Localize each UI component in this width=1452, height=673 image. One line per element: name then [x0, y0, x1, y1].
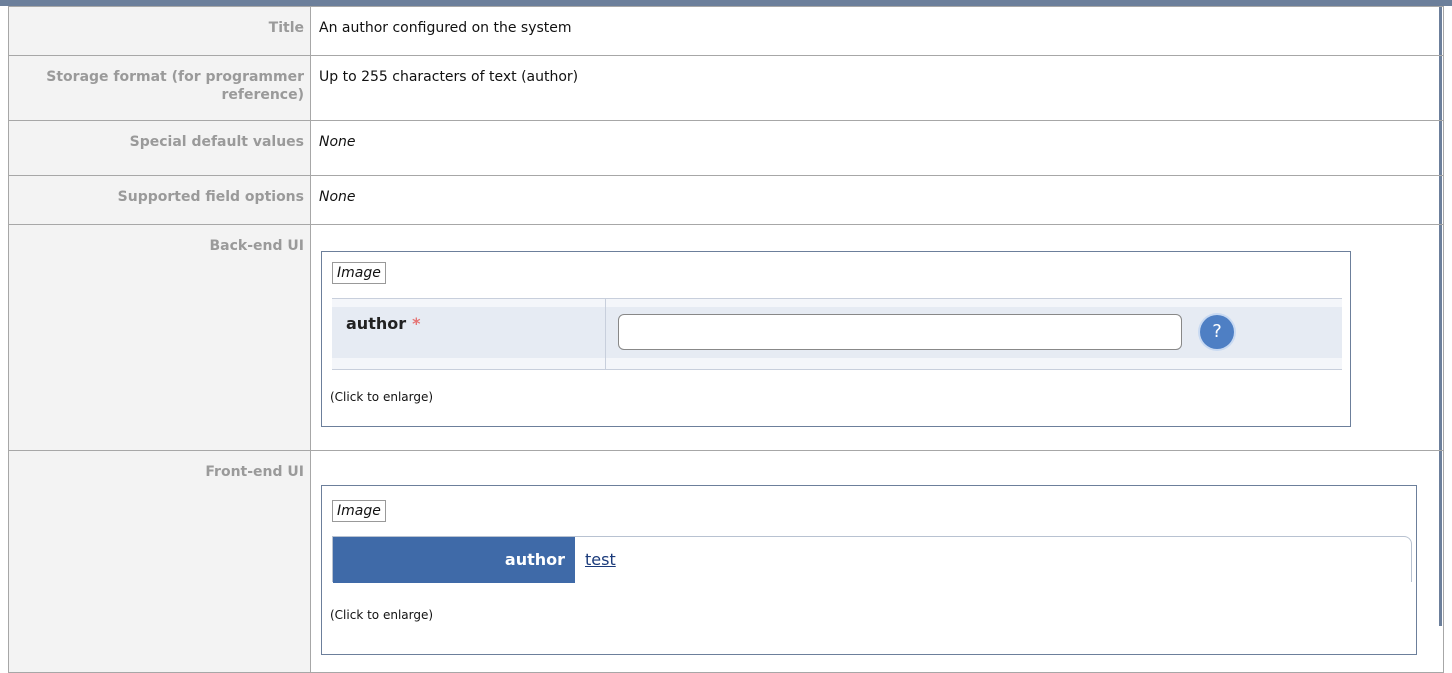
row-label-backend-ui: Back-end UI: [8, 224, 311, 451]
row-label-storage: Storage format (for programmer reference…: [8, 55, 311, 121]
frontend-field-value-link: test: [585, 550, 616, 569]
field-options-value: None: [319, 189, 356, 205]
row-value-frontend-ui: Image author test (Click to enlarge): [310, 450, 1444, 673]
row-label-title: Title: [8, 6, 311, 56]
frontend-field-preview: author test: [332, 536, 1412, 583]
backend-field-name: author: [346, 314, 407, 333]
table-row: Front-end UI Image author test (Click to…: [8, 450, 1444, 673]
row-value-storage: Up to 255 characters of text (author): [310, 55, 1444, 121]
frontend-field-label: author: [333, 537, 575, 583]
table-row: Back-end UI Image author * ? (Click to en…: [8, 224, 1444, 451]
row-value-field-options: None: [310, 175, 1444, 225]
column-divider: [605, 299, 606, 369]
row-label-frontend-ui: Front-end UI: [8, 450, 311, 673]
backend-form-preview: author * ?: [332, 298, 1342, 370]
table-row: Special default values None: [8, 120, 1444, 176]
field-spec-table: Title An author configured on the system…: [8, 6, 1444, 673]
help-icon: ?: [1200, 315, 1234, 349]
table-row: Title An author configured on the system: [8, 6, 1444, 56]
row-value-title: An author configured on the system: [310, 6, 1444, 56]
frontend-screenshot-link[interactable]: Image author test (Click to enlarge): [321, 485, 1417, 655]
row-value-special-defaults: None: [310, 120, 1444, 176]
table-row: Storage format (for programmer reference…: [8, 55, 1444, 121]
row-value-backend-ui: Image author * ? (Click to enlarge): [310, 224, 1444, 451]
author-input: [618, 314, 1182, 350]
backend-screenshot-link[interactable]: Image author * ? (Click to enlarge): [321, 251, 1351, 427]
row-label-field-options: Supported field options: [8, 175, 311, 225]
backend-field-label: author *: [346, 315, 420, 333]
click-to-enlarge-caption: (Click to enlarge): [330, 608, 434, 622]
image-caption: Image: [332, 262, 386, 284]
special-defaults-value: None: [319, 134, 356, 150]
click-to-enlarge-caption: (Click to enlarge): [330, 390, 434, 404]
image-caption: Image: [332, 500, 386, 522]
required-asterisk: *: [412, 314, 421, 333]
row-label-special-defaults: Special default values: [8, 120, 311, 176]
table-row: Supported field options None: [8, 175, 1444, 225]
